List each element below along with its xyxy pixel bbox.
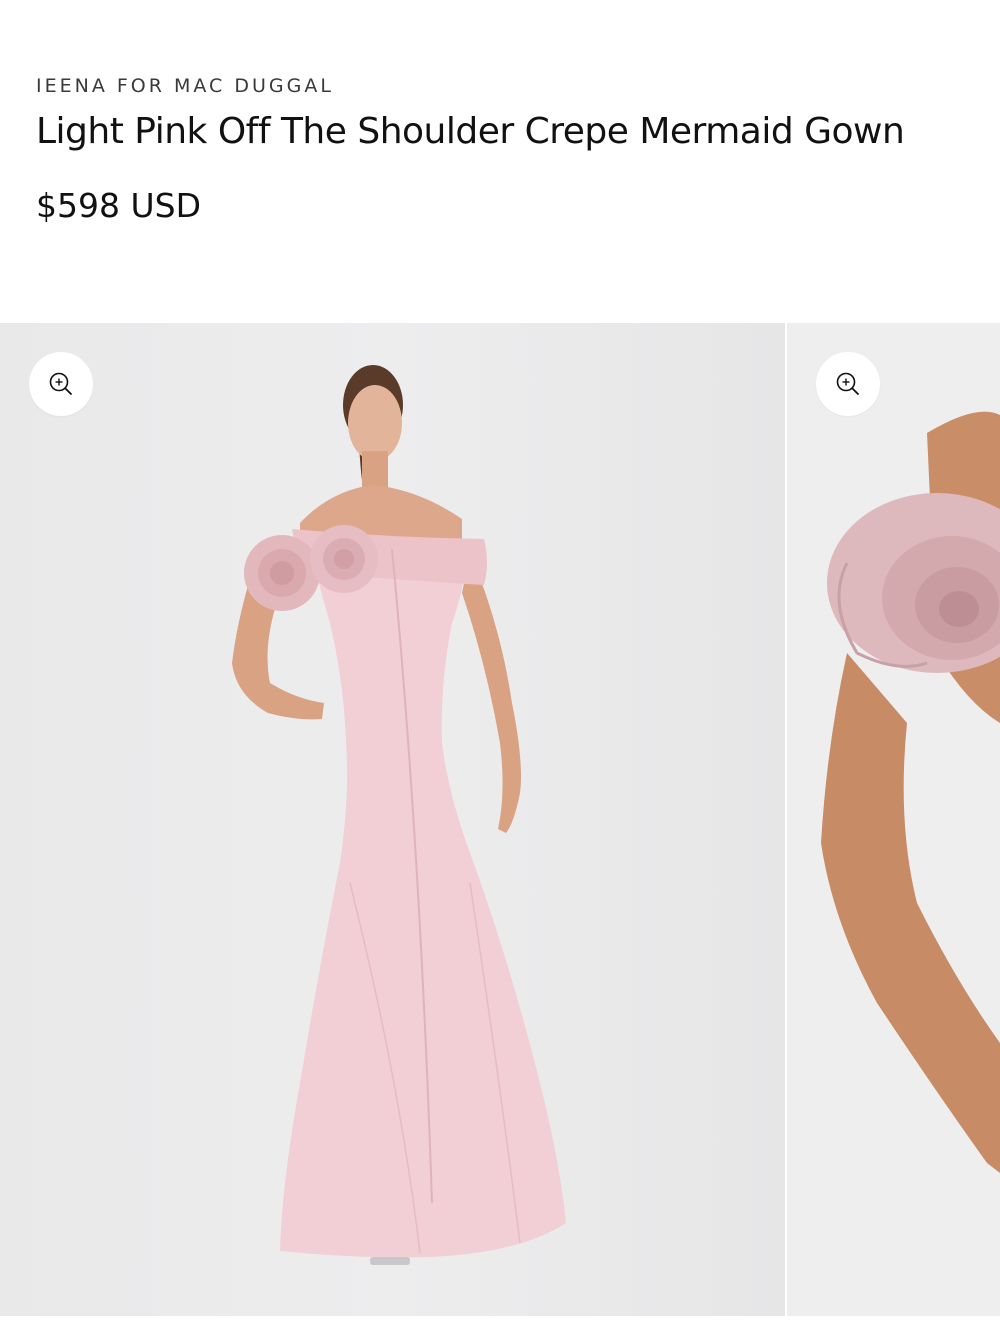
product-price: $598 USD bbox=[36, 186, 201, 225]
zoom-in-icon bbox=[836, 372, 859, 395]
gown-front-image[interactable] bbox=[0, 323, 785, 1316]
product-page: IEENA FOR MAC DUGGAL Light Pink Off The … bbox=[0, 0, 1000, 1333]
product-header: IEENA FOR MAC DUGGAL Light Pink Off The … bbox=[36, 72, 980, 228]
zoom-button-front[interactable] bbox=[29, 352, 93, 416]
zoom-button-detail[interactable] bbox=[816, 352, 880, 416]
brand-name[interactable]: IEENA FOR MAC DUGGAL bbox=[36, 72, 980, 100]
rose-sleeve-detail-image[interactable] bbox=[787, 323, 1000, 1316]
gallery-slide-front[interactable] bbox=[0, 323, 785, 1316]
product-title: Light Pink Off The Shoulder Crepe Mermai… bbox=[36, 111, 905, 152]
zoom-in-icon bbox=[49, 372, 72, 395]
product-image-gallery[interactable] bbox=[0, 323, 1000, 1316]
gallery-slide-detail[interactable] bbox=[787, 323, 1000, 1316]
